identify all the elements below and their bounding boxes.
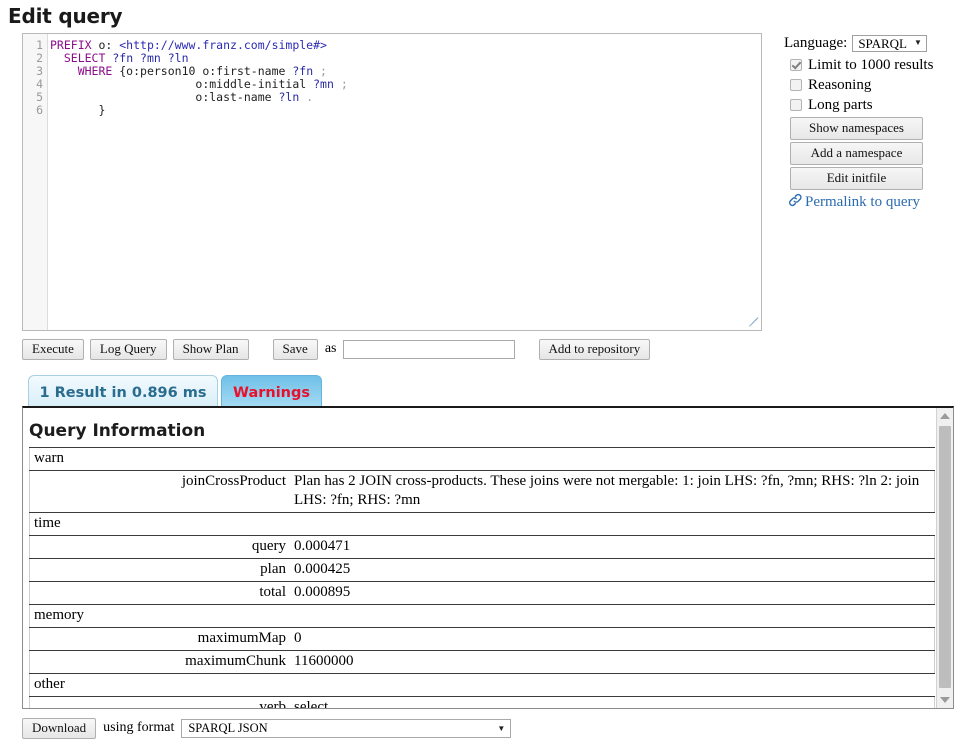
query-options-panel: Language: SPARQL ▼ Limit to 1000 results… xyxy=(784,33,974,212)
download-format-value: SPARQL JSON xyxy=(188,721,267,736)
result-tabs: 1 Result in 0.896 ms Warnings xyxy=(28,373,322,409)
option-checkbox-row[interactable]: Limit to 1000 results xyxy=(784,55,974,75)
language-select-value: SPARQL xyxy=(858,36,907,51)
table-cell-value: select xyxy=(290,697,935,710)
code-line: o:last-name ?ln . xyxy=(50,91,759,104)
tab-warnings-label: Warnings xyxy=(233,385,310,401)
checkbox-long-parts[interactable] xyxy=(790,99,802,111)
table-cell-key: maximumChunk xyxy=(30,651,291,674)
save-name-input[interactable] xyxy=(343,340,515,359)
show-plan-button[interactable]: Show Plan xyxy=(173,339,249,360)
add-a-namespace-button[interactable]: Add a namespace xyxy=(790,142,923,165)
download-format-select[interactable]: SPARQL JSON ▼ xyxy=(181,719,511,738)
link-icon xyxy=(788,193,803,212)
chevron-down-icon: ▼ xyxy=(914,39,922,47)
show-namespaces-button[interactable]: Show namespaces xyxy=(790,117,923,140)
results-panel: Query Information warnjoinCrossProductPl… xyxy=(22,406,954,709)
option-checkbox-list: Limit to 1000 results Reasoning Long parts xyxy=(784,55,974,115)
table-cell-key: maximumMap xyxy=(30,628,291,651)
line-number-gutter: 123456 xyxy=(23,34,48,330)
line-number: 4 xyxy=(23,78,47,91)
add-to-repository-button[interactable]: Add to repository xyxy=(539,339,651,360)
table-group-label: memory xyxy=(30,605,935,628)
code-line: } xyxy=(50,104,759,117)
table-row: warn xyxy=(30,448,935,471)
scroll-down-arrow-icon[interactable] xyxy=(937,692,953,708)
permalink-to-query-link[interactable]: Permalink to query xyxy=(788,193,974,212)
line-number: 1 xyxy=(23,39,47,52)
table-row: verbselect xyxy=(30,697,935,710)
checkbox-reasoning[interactable] xyxy=(790,79,802,91)
option-button-list: Show namespacesAdd a namespaceEdit initf… xyxy=(784,117,974,190)
query-editor[interactable]: 123456 PREFIX o: <http://www.franz.com/s… xyxy=(22,33,762,331)
line-number: 6 xyxy=(23,104,47,117)
table-row: maximumChunk11600000 xyxy=(30,651,935,674)
results-scrollbar[interactable] xyxy=(936,408,953,708)
save-as-label: as xyxy=(325,341,337,357)
table-row: time xyxy=(30,513,935,536)
chevron-down-icon: ▼ xyxy=(497,724,505,733)
table-row: plan0.000425 xyxy=(30,559,935,582)
table-cell-value: 0.000471 xyxy=(290,536,935,559)
page-title: Edit query xyxy=(8,4,122,28)
table-cell-value: 0.000895 xyxy=(290,582,935,605)
line-number: 5 xyxy=(23,91,47,104)
language-select[interactable]: SPARQL ▼ xyxy=(852,35,927,52)
save-button[interactable]: Save xyxy=(273,339,318,360)
table-row: joinCrossProductPlan has 2 JOIN cross-pr… xyxy=(30,471,935,513)
query-information-table: warnjoinCrossProductPlan has 2 JOIN cros… xyxy=(29,447,935,709)
table-cell-key: joinCrossProduct xyxy=(30,471,291,513)
resize-handle-icon[interactable] xyxy=(747,316,760,329)
download-bar: Download using format SPARQL JSON ▼ xyxy=(22,717,511,739)
table-cell-key: query xyxy=(30,536,291,559)
checkbox-limit-to-1000-results[interactable] xyxy=(790,59,802,71)
tab-results[interactable]: 1 Result in 0.896 ms xyxy=(28,375,218,409)
table-cell-value: 11600000 xyxy=(290,651,935,674)
log-query-button[interactable]: Log Query xyxy=(90,339,167,360)
table-cell-key: plan xyxy=(30,559,291,582)
execute-button[interactable]: Execute xyxy=(22,339,84,360)
option-checkbox-row[interactable]: Long parts xyxy=(784,95,974,115)
language-label: Language: xyxy=(784,35,847,52)
table-cell-key: verb xyxy=(30,697,291,710)
query-action-bar: Execute Log Query Show Plan Save as Add … xyxy=(22,338,650,360)
query-information-heading: Query Information xyxy=(29,421,935,441)
tab-results-label: 1 Result in 0.896 ms xyxy=(39,385,206,401)
table-row: query0.000471 xyxy=(30,536,935,559)
option-checkbox-row[interactable]: Reasoning xyxy=(784,75,974,95)
table-cell-value: Plan has 2 JOIN cross-products. These jo… xyxy=(290,471,935,513)
table-row: maximumMap0 xyxy=(30,628,935,651)
table-group-label: warn xyxy=(30,448,935,471)
line-number: 3 xyxy=(23,65,47,78)
line-number: 2 xyxy=(23,52,47,65)
table-row: other xyxy=(30,674,935,697)
language-row: Language: SPARQL ▼ xyxy=(784,33,974,53)
scroll-up-arrow-icon[interactable] xyxy=(937,408,953,424)
query-code[interactable]: PREFIX o: <http://www.franz.com/simple#>… xyxy=(50,39,759,117)
tab-warnings[interactable]: Warnings xyxy=(221,375,322,409)
table-row: memory xyxy=(30,605,935,628)
permalink-label: Permalink to query xyxy=(805,194,920,211)
table-cell-value: 0 xyxy=(290,628,935,651)
checkbox-label: Reasoning xyxy=(808,77,871,94)
scrollbar-thumb[interactable] xyxy=(939,426,951,688)
using-format-label: using format xyxy=(103,720,174,736)
query-information-body: warnjoinCrossProductPlan has 2 JOIN cros… xyxy=(30,448,935,710)
results-content: Query Information warnjoinCrossProductPl… xyxy=(23,408,935,709)
table-cell-key: total xyxy=(30,582,291,605)
table-row: total0.000895 xyxy=(30,582,935,605)
table-group-label: time xyxy=(30,513,935,536)
download-button[interactable]: Download xyxy=(22,718,96,739)
edit-initfile-button[interactable]: Edit initfile xyxy=(790,167,923,190)
table-group-label: other xyxy=(30,674,935,697)
checkbox-label: Limit to 1000 results xyxy=(808,57,933,74)
table-cell-value: 0.000425 xyxy=(290,559,935,582)
checkbox-label: Long parts xyxy=(808,97,873,114)
